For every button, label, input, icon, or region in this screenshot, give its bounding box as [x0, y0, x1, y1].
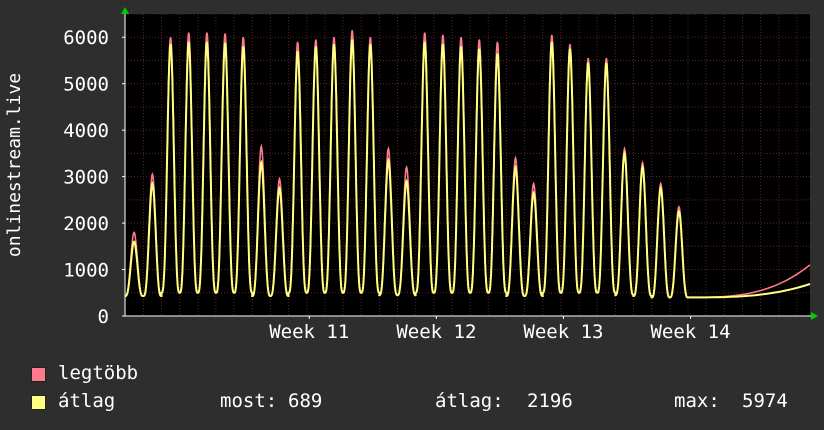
y-axis-ticks: 0 1000 2000 3000 4000 5000 6000	[63, 27, 125, 328]
legend-swatch-atlag	[31, 395, 46, 410]
chart-container: 0 1000 2000 3000 4000 5000 6000 Week 11 Week 12…	[0, 0, 824, 430]
legend-label-atlag: átlag	[58, 390, 116, 412]
x-tick-label: Week 12	[396, 321, 476, 343]
y-axis-label: onlinestream.live	[4, 73, 25, 257]
legend-swatch-legtobb	[31, 367, 46, 382]
stat-avg-label: átlag:	[435, 390, 504, 412]
y-tick-label: 4000	[63, 120, 109, 142]
y-tick-label: 3000	[63, 167, 109, 189]
x-tick-label: Week 13	[523, 321, 603, 343]
x-axis-arrow-icon	[811, 312, 818, 320]
stat-avg-value: 2196	[527, 390, 573, 412]
y-tick-label: 6000	[63, 27, 109, 49]
stat-now-label: most:	[220, 390, 278, 412]
x-tick-label: Week 11	[269, 321, 349, 343]
y-tick-label: 1000	[63, 260, 109, 282]
y-tick-label: 5000	[63, 74, 109, 96]
x-axis-ticks: Week 11 Week 12 Week 13 Week 14	[269, 316, 731, 343]
y-axis-arrow-icon	[121, 7, 129, 14]
stat-max-value: 5974	[742, 390, 788, 412]
y-tick-label: 2000	[63, 213, 109, 235]
stat-now-value: 689	[288, 390, 323, 412]
x-tick-label: Week 14	[650, 321, 730, 343]
y-tick-label: 0	[98, 306, 109, 328]
stat-max-label: max:	[674, 390, 720, 412]
legend-label-legtobb: legtöbb	[58, 362, 139, 384]
